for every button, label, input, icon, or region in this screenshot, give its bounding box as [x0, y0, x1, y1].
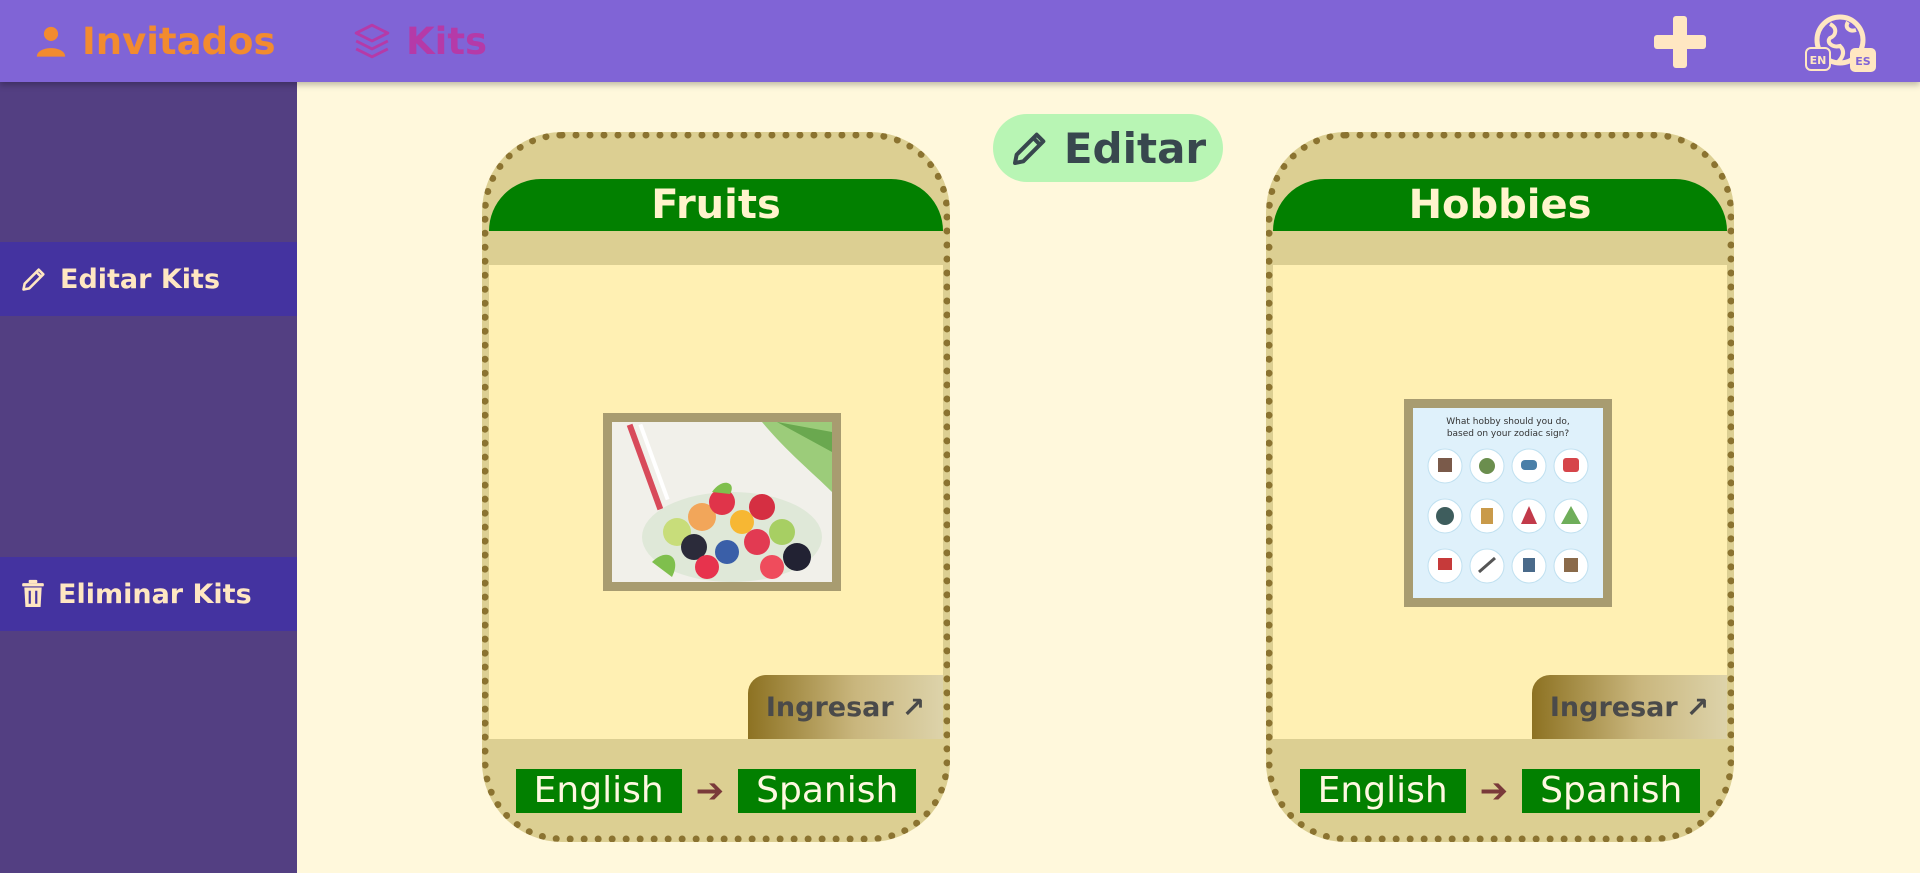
layers-icon	[354, 23, 390, 59]
arrow-right-icon: ➔	[1479, 771, 1509, 811]
user-icon	[36, 26, 66, 57]
source-language[interactable]: English	[1299, 769, 1466, 813]
enter-kit-label: Ingresar	[1549, 691, 1678, 723]
edit-button[interactable]: Editar	[993, 114, 1223, 182]
nav-guests-label: Invitados	[82, 19, 276, 63]
pencil-icon	[1012, 132, 1046, 165]
arrow-up-right-icon: ↗	[1685, 690, 1710, 724]
pencil-icon	[22, 268, 45, 291]
kit-title: Fruits	[489, 179, 943, 231]
arrow-right-icon: ➔	[695, 771, 725, 811]
source-language[interactable]: English	[515, 769, 682, 813]
sidebar-item-edit-kits[interactable]: Editar Kits	[0, 242, 297, 316]
zodiac-hobbies-image: What hobby should you do, based on your …	[1413, 408, 1603, 598]
sidebar-item-delete-kits[interactable]: Eliminar Kits	[0, 557, 297, 631]
kit-language-row: English ➔ Spanish	[1273, 769, 1727, 813]
kit-image	[603, 413, 841, 591]
nav-kits-label: Kits	[406, 19, 488, 63]
kit-title: Hobbies	[1273, 179, 1727, 231]
sidebar-item-delete-label: Eliminar Kits	[58, 578, 252, 610]
edit-button-label: Editar	[1063, 123, 1207, 173]
kit-card: Fruits Ingresar ↗ English ➔ Spanish	[482, 132, 950, 842]
top-bar: Invitados Kits EN ES	[0, 0, 1920, 82]
kit-image: What hobby should you do, based on your …	[1404, 399, 1612, 607]
lang-from-label: EN	[1810, 54, 1827, 67]
nav-guests[interactable]: Invitados	[34, 0, 276, 82]
enter-kit-button[interactable]: Ingresar ↗	[748, 675, 943, 739]
enter-kit-button[interactable]: Ingresar ↗	[1532, 675, 1727, 739]
sidebar-item-edit-label: Editar Kits	[60, 263, 221, 295]
arrow-up-right-icon: ↗	[901, 690, 926, 724]
fruit-salad-image	[612, 422, 832, 582]
nav-kits[interactable]: Kits	[352, 0, 487, 82]
kit-body: Ingresar ↗	[489, 265, 943, 739]
sidebar: Editar Kits Eliminar Kits	[0, 82, 297, 873]
kit-body: What hobby should you do, based on your …	[1273, 265, 1727, 739]
enter-kit-label: Ingresar	[765, 691, 894, 723]
trash-icon	[22, 579, 44, 607]
target-language[interactable]: Spanish	[1522, 769, 1701, 813]
target-language[interactable]: Spanish	[738, 769, 917, 813]
kit-language-row: English ➔ Spanish	[489, 769, 943, 813]
plus-icon	[1654, 16, 1706, 68]
lang-to-label: ES	[1855, 55, 1871, 68]
image-text-line1: What hobby should you do,	[1446, 417, 1570, 427]
kit-card: Hobbies What hobby should you do, based …	[1266, 132, 1734, 842]
image-text-line2: based on your zodiac sign?	[1447, 429, 1570, 439]
language-switch-button[interactable]: EN ES	[1800, 12, 1880, 76]
add-kit-button[interactable]	[1648, 12, 1712, 72]
globe-icon: EN ES	[1805, 14, 1876, 72]
